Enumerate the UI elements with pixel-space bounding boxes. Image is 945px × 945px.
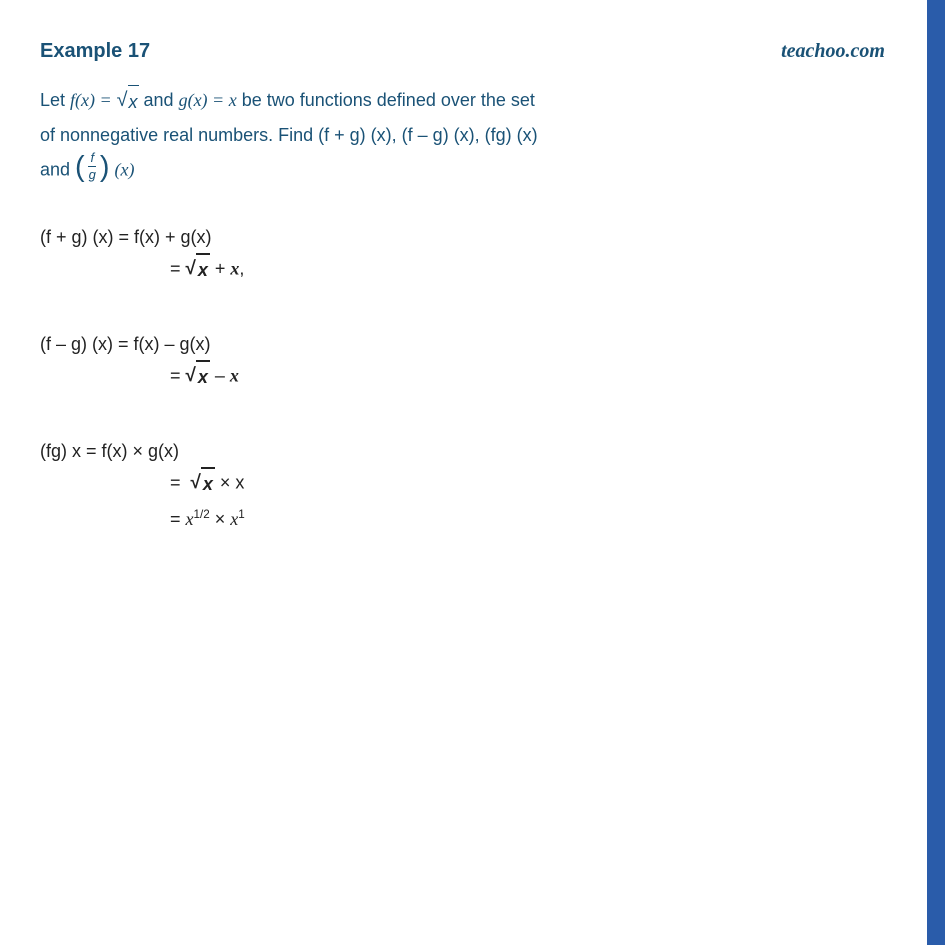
sqrt-x-problem: √x <box>117 83 139 119</box>
paren-fraction: ( f g ) <box>75 151 109 183</box>
part1-line1: (f + g) (x) = f(x) + g(x) <box>40 222 885 253</box>
prob-x-after: (x) <box>114 160 134 180</box>
prob-gx: g(x) = x <box>179 90 237 110</box>
header-row: Example 17 teachoo.com <box>40 40 885 63</box>
sqrt-bold-3: √x <box>191 467 215 500</box>
page-container: Example 17 teachoo.com Let f(x) = √x and… <box>0 0 945 945</box>
example-title: Example 17 <box>40 40 150 63</box>
part3-line2: = √x × x <box>170 467 885 500</box>
part2-line2: = √x – x <box>170 360 885 393</box>
problem-statement: Let f(x) = √x and g(x) = x be two functi… <box>40 83 885 186</box>
sqrt-bold-2: √x <box>186 360 210 393</box>
sqrt-bold-1: √x <box>186 253 210 286</box>
sup-half: 1/2 <box>194 508 210 521</box>
sup-one: 1 <box>238 508 245 521</box>
right-bar <box>927 0 945 945</box>
part1-line2: = √x + x, <box>170 253 885 286</box>
solution-part3: (fg) x = f(x) × g(x) = √x × x = x1/2 × x… <box>40 436 885 534</box>
part3-line1: (fg) x = f(x) × g(x) <box>40 436 885 467</box>
solution-part1: (f + g) (x) = f(x) + g(x) = √x + x, <box>40 222 885 285</box>
part2-line1: (f – g) (x) = f(x) – g(x) <box>40 329 885 360</box>
fraction-fg: f g <box>87 151 98 183</box>
brand-logo: teachoo.com <box>781 40 885 63</box>
prob-fx: f(x) = <box>70 90 112 110</box>
part3-line3: = x1/2 × x1 <box>170 504 885 535</box>
solution-part2: (f – g) (x) = f(x) – g(x) = √x – x <box>40 329 885 392</box>
